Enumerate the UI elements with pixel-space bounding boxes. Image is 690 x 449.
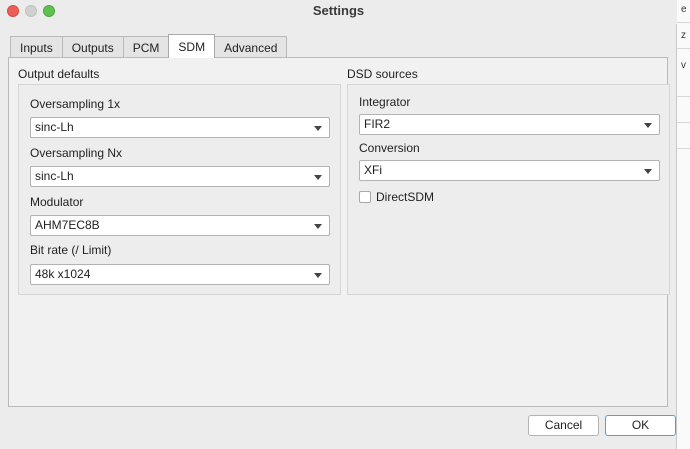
output-defaults-title: Output defaults <box>18 67 100 81</box>
bit-rate-select[interactable]: 48k x1024 <box>30 264 330 285</box>
sdm-tab-panel: Output defaults Oversampling 1x sinc-Lh … <box>8 57 670 407</box>
divider <box>677 48 690 49</box>
chevron-down-icon <box>314 175 322 180</box>
oversampling-nx-value: sinc-Lh <box>35 169 74 183</box>
dsd-sources-title: DSD sources <box>347 67 418 81</box>
tab-bar: Inputs Outputs PCM SDM Advanced <box>10 34 288 58</box>
chevron-down-icon <box>314 273 322 278</box>
bit-rate-value: 48k x1024 <box>35 267 91 281</box>
side-text: z <box>681 30 686 41</box>
title-bar: Settings <box>0 0 677 24</box>
chevron-down-icon <box>644 123 652 128</box>
modulator-label: Modulator <box>30 195 84 209</box>
window-title: Settings <box>312 3 365 18</box>
oversampling-1x-value: sinc-Lh <box>35 120 74 134</box>
oversampling-nx-select[interactable]: sinc-Lh <box>30 166 330 187</box>
chevron-down-icon <box>644 169 652 174</box>
tab-sdm[interactable]: SDM <box>168 34 216 58</box>
dsd-sources-group: Integrator FIR2 Conversion XFi DirectSDM <box>347 84 670 295</box>
tab-inputs[interactable]: Inputs <box>10 36 63 58</box>
divider <box>677 122 690 123</box>
modulator-value: AHM7EC8B <box>35 218 100 232</box>
chevron-down-icon <box>314 224 322 229</box>
bit-rate-label: Bit rate (/ Limit) <box>30 243 112 257</box>
integrator-label: Integrator <box>359 95 411 109</box>
conversion-label: Conversion <box>359 141 420 155</box>
tab-advanced[interactable]: Advanced <box>214 36 288 58</box>
direct-sdm-checkbox[interactable] <box>359 191 371 203</box>
tab-outputs[interactable]: Outputs <box>61 36 124 58</box>
modulator-select[interactable]: AHM7EC8B <box>30 215 330 236</box>
divider <box>677 22 690 23</box>
output-defaults-group: Oversampling 1x sinc-Lh Oversampling Nx … <box>18 84 341 295</box>
side-text: e <box>681 4 687 15</box>
conversion-value: XFi <box>364 163 382 177</box>
chevron-down-icon <box>314 126 322 131</box>
oversampling-1x-label: Oversampling 1x <box>30 97 121 111</box>
oversampling-1x-select[interactable]: sinc-Lh <box>30 117 330 138</box>
cancel-button[interactable]: Cancel <box>528 415 599 436</box>
background-window-edge: e z v <box>677 0 690 449</box>
integrator-select[interactable]: FIR2 <box>359 114 660 135</box>
divider <box>677 148 690 149</box>
ok-button[interactable]: OK <box>605 415 676 436</box>
divider <box>677 96 690 97</box>
settings-window: Settings Inputs Outputs PCM SDM Advanced… <box>0 0 677 449</box>
side-text: v <box>681 60 686 71</box>
integrator-value: FIR2 <box>364 117 391 131</box>
direct-sdm-label: DirectSDM <box>376 190 435 204</box>
oversampling-nx-label: Oversampling Nx <box>30 146 123 160</box>
tab-pcm[interactable]: PCM <box>122 36 170 58</box>
conversion-select[interactable]: XFi <box>359 160 660 181</box>
